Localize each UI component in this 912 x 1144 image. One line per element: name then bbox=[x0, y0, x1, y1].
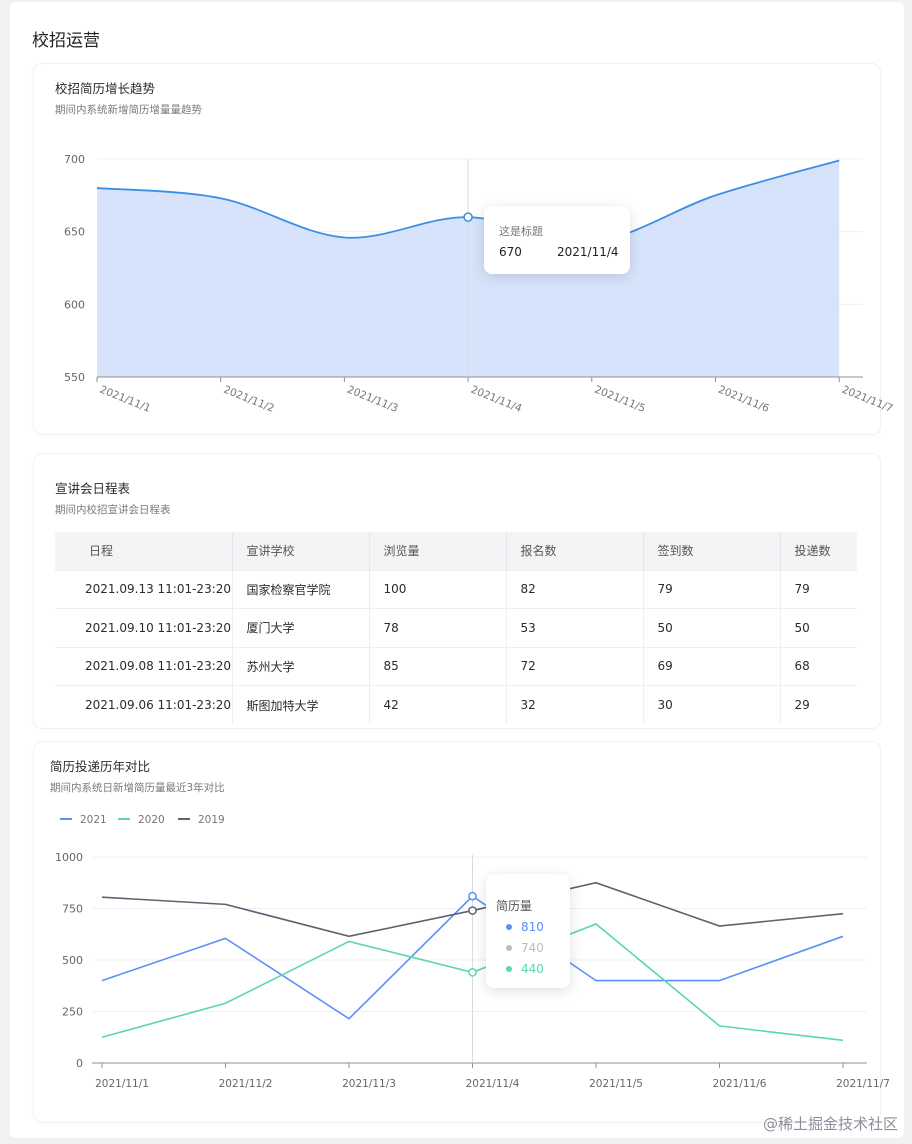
table-cell: 53 bbox=[506, 608, 644, 647]
col-header-signups[interactable]: 报名数 bbox=[506, 532, 644, 570]
highlight-point-2021 bbox=[468, 891, 477, 901]
y-tick-label: 550 bbox=[64, 371, 85, 384]
table-cell: 国家检察官学院 bbox=[232, 569, 370, 609]
legend-label: 2021 bbox=[80, 814, 107, 826]
col-header-date[interactable]: 日程 bbox=[55, 532, 233, 570]
schedule-card-title: 宣讲会日程表 bbox=[55, 481, 131, 496]
y-tick-label: 750 bbox=[62, 903, 83, 916]
x-tick-label: 2021/11/4 bbox=[469, 384, 524, 415]
y-tick-label: 700 bbox=[64, 153, 85, 166]
growth-tooltip: 这是标题 670 2021/11/4 bbox=[484, 206, 630, 274]
table-cell: 50 bbox=[780, 608, 857, 647]
highlight-point bbox=[463, 212, 473, 222]
table-cell: 68 bbox=[780, 646, 857, 686]
x-tick-label: 2021/11/1 bbox=[95, 1078, 149, 1090]
y-tick-label: 0 bbox=[76, 1057, 83, 1070]
table-cell: 2021.09.08 11:01-23:20 bbox=[55, 646, 233, 686]
table-cell: 72 bbox=[506, 646, 644, 686]
growth-tooltip-title: 这是标题 bbox=[499, 225, 543, 238]
table-row[interactable]: 2021.09.13 11:01-23:20 国家检察官学院 100 82 79 79 bbox=[55, 569, 857, 609]
table-row[interactable]: 2021.09.06 11:01-23:20 斯图加特大学 42 32 30 29 bbox=[55, 685, 857, 724]
highlight-point-2019 bbox=[468, 906, 477, 915]
table-cell: 85 bbox=[369, 646, 507, 686]
x-tick-label: 2021/11/7 bbox=[836, 1078, 890, 1090]
growth-area-chart[interactable]: 550 600 650 700 2021/11/1 2021/11/2 2021/11/3 2… bbox=[10, 2, 904, 442]
x-tick-label: 2021/11/7 bbox=[840, 384, 894, 415]
table-cell: 100 bbox=[369, 569, 507, 609]
table-cell: 50 bbox=[643, 608, 781, 647]
highlight-point-2020 bbox=[468, 968, 477, 977]
table-cell: 苏州大学 bbox=[232, 646, 370, 686]
table-cell: 69 bbox=[643, 646, 781, 686]
legend-label: 2019 bbox=[198, 814, 225, 826]
table-cell: 78 bbox=[369, 608, 507, 647]
x-tick-label: 2021/11/3 bbox=[342, 1078, 396, 1090]
x-tick-label: 2021/11/2 bbox=[222, 384, 276, 415]
col-header-applications[interactable]: 投递数 bbox=[780, 532, 857, 570]
table-cell: 2021.09.10 11:01-23:20 bbox=[55, 608, 233, 647]
tooltip-dot bbox=[506, 924, 512, 930]
page: 校招运营 校招简历增长趋势 期间内系统新增简历增量量趋势 550 600 650 70… bbox=[10, 2, 904, 1138]
table-header-row: 日程 宣讲学校 浏览量 报名数 签到数 投递数 bbox=[55, 532, 857, 570]
y-tick-label: 600 bbox=[64, 298, 85, 311]
y-tick-label: 650 bbox=[64, 226, 85, 239]
tooltip-item: 740 bbox=[506, 941, 544, 955]
col-header-school[interactable]: 宣讲学校 bbox=[232, 532, 370, 570]
table-row[interactable]: 2021.09.10 11:01-23:20 厦门大学 78 53 50 50 bbox=[55, 608, 857, 647]
y-tick-label: 500 bbox=[62, 954, 83, 967]
table-cell: 79 bbox=[643, 569, 781, 609]
tooltip-value: 440 bbox=[521, 962, 544, 976]
x-tick-label: 2021/11/3 bbox=[345, 384, 399, 415]
table-cell: 29 bbox=[780, 685, 857, 724]
tooltip-dot bbox=[506, 945, 512, 951]
growth-tooltip-date: 2021/11/4 bbox=[557, 245, 619, 259]
col-header-checkins[interactable]: 签到数 bbox=[643, 532, 781, 570]
legend-label: 2020 bbox=[138, 814, 165, 826]
x-tick-label: 2021/11/5 bbox=[589, 1078, 643, 1090]
table-cell: 32 bbox=[506, 685, 644, 724]
growth-tooltip-value: 670 bbox=[499, 245, 522, 259]
compare-line-chart[interactable]: 2021 2020 2019 0 250 500 750 1000 2021/11/1 2021/… bbox=[10, 742, 904, 1142]
watermark: @稀土掘金技术社区 bbox=[762, 1115, 898, 1133]
col-header-views[interactable]: 浏览量 bbox=[369, 532, 507, 570]
table-cell: 厦门大学 bbox=[232, 608, 370, 647]
x-tick-label: 2021/11/5 bbox=[593, 384, 647, 415]
y-tick-label: 250 bbox=[62, 1006, 83, 1019]
schedule-card-subtitle: 期间内校招宣讲会日程表 bbox=[55, 504, 171, 516]
x-tick-label: 2021/11/2 bbox=[219, 1078, 273, 1090]
x-tick-label: 2021/11/1 bbox=[98, 384, 152, 415]
table-cell: 82 bbox=[506, 569, 644, 609]
x-tick-label: 2021/11/6 bbox=[713, 1078, 767, 1090]
schedule-table: 日程 宣讲学校 浏览量 报名数 签到数 投递数 2021.09.13 11:01… bbox=[55, 532, 857, 724]
table-row[interactable]: 2021.09.08 11:01-23:20 苏州大学 85 72 69 68 bbox=[55, 646, 857, 686]
tooltip-item: 810 bbox=[506, 920, 544, 934]
tooltip-value: 810 bbox=[521, 920, 544, 934]
schedule-card: 宣讲会日程表 期间内校招宣讲会日程表 日程 宣讲学校 浏览量 报名数 签到数 投… bbox=[34, 454, 880, 728]
tooltip-dot bbox=[506, 966, 512, 972]
compare-tooltip-title: 简历量 bbox=[496, 899, 533, 913]
table-cell: 2021.09.13 11:01-23:20 bbox=[55, 569, 233, 609]
table-cell: 79 bbox=[780, 569, 857, 609]
compare-tooltip: 简历量 810 740 440 bbox=[486, 874, 570, 988]
y-tick-label: 1000 bbox=[55, 851, 83, 864]
x-tick-label: 2021/11/6 bbox=[716, 384, 771, 415]
table-cell: 2021.09.06 11:01-23:20 bbox=[55, 685, 233, 724]
table-cell: 斯图加特大学 bbox=[232, 685, 370, 724]
x-tick-label: 2021/11/4 bbox=[466, 1078, 520, 1090]
tooltip-value: 740 bbox=[521, 941, 544, 955]
table-cell: 42 bbox=[369, 685, 507, 724]
tooltip-item: 440 bbox=[506, 962, 544, 976]
table-cell: 30 bbox=[643, 685, 781, 724]
